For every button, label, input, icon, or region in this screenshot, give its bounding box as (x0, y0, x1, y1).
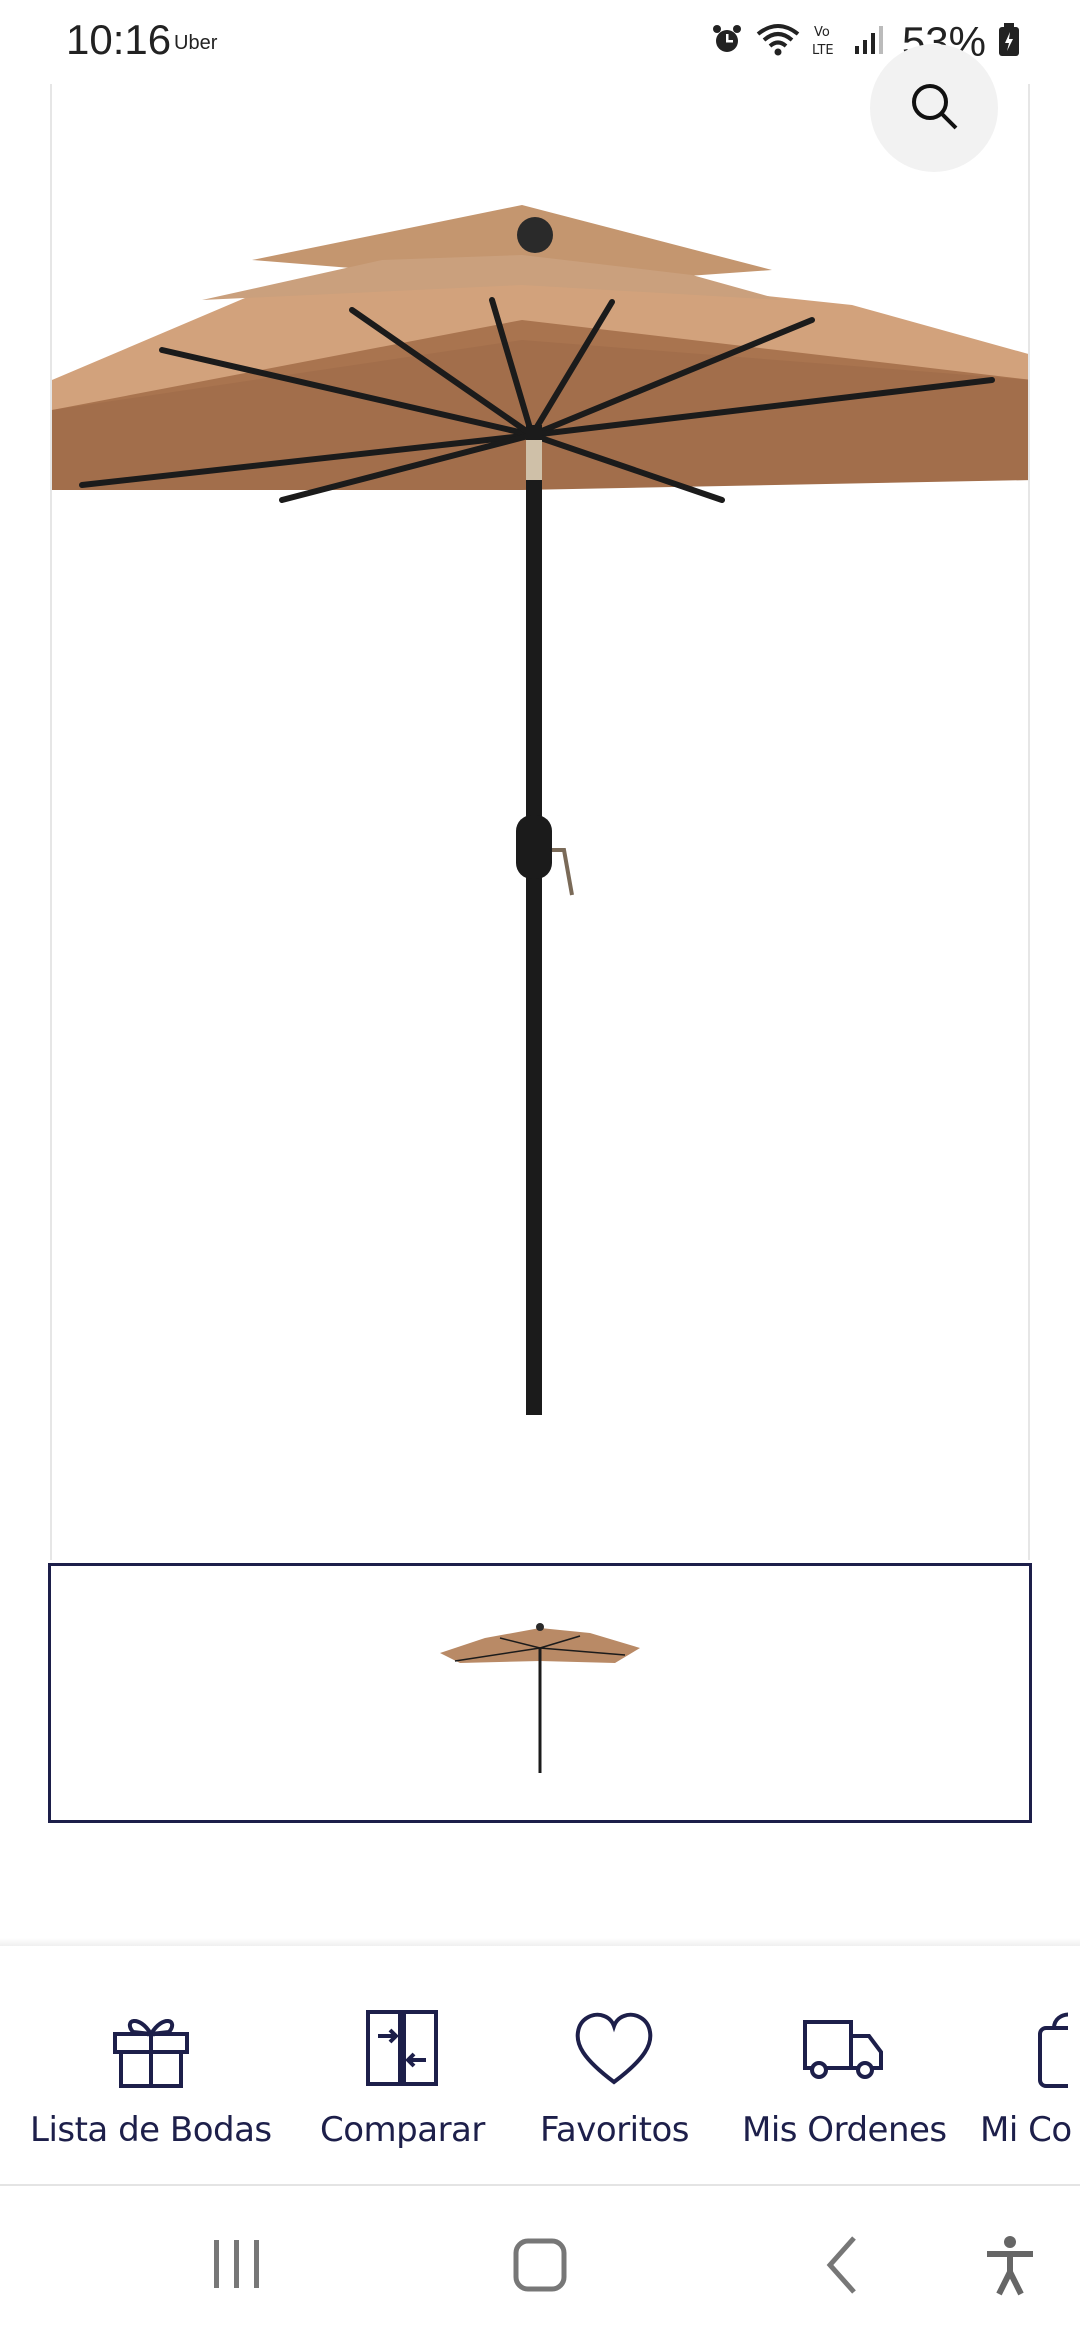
wifi-icon (756, 22, 800, 63)
status-app-name: Uber (174, 32, 218, 54)
zoom-button[interactable] (870, 44, 998, 172)
accessibility-button[interactable] (975, 2230, 1045, 2305)
status-time: 10:16 (66, 16, 172, 63)
home-button[interactable] (505, 2230, 575, 2305)
truck-icon (799, 2006, 889, 2090)
my-account-button[interactable]: Mi Co (980, 2006, 1072, 2150)
heart-icon (572, 2006, 656, 2090)
svg-text:LTE: LTE (812, 43, 834, 58)
product-thumbnail-image (440, 1623, 640, 1773)
product-main-image (52, 205, 1028, 1415)
back-icon (808, 2230, 878, 2305)
accessibility-icon (975, 2230, 1045, 2305)
home-icon (505, 2230, 575, 2305)
recents-icon (200, 2230, 274, 2305)
signal-icon (854, 24, 884, 61)
my-account-label: Mi Co (980, 2110, 1072, 2150)
favorites-label: Favoritos (540, 2110, 689, 2150)
product-image-frame[interactable] (50, 80, 1030, 1560)
alarm-icon (710, 23, 744, 62)
my-orders-label: Mis Ordenes (742, 2110, 947, 2150)
thumbnail-selected[interactable] (48, 1563, 1032, 1823)
battery-icon (998, 22, 1020, 62)
compare-label: Comparar (320, 2110, 485, 2150)
zoom-icon (904, 76, 964, 141)
compare-icon (360, 2006, 444, 2090)
system-nav-bar (0, 2190, 1080, 2340)
favorites-button[interactable]: Favoritos (540, 2006, 689, 2150)
wedding-list-button[interactable]: Lista de Bodas (30, 2006, 272, 2150)
recents-button[interactable] (200, 2230, 274, 2305)
volte-icon: Vo LTE (812, 22, 842, 63)
action-bar: Lista de Bodas Comparar Favoritos Mis Or… (0, 1946, 1080, 2186)
gift-icon (109, 2006, 193, 2090)
back-button[interactable] (808, 2230, 878, 2305)
bag-icon (984, 2006, 1068, 2090)
svg-text:Vo: Vo (814, 25, 830, 40)
compare-button[interactable]: Comparar (320, 2006, 485, 2150)
wedding-list-label: Lista de Bodas (30, 2110, 272, 2150)
my-orders-button[interactable]: Mis Ordenes (742, 2006, 947, 2150)
